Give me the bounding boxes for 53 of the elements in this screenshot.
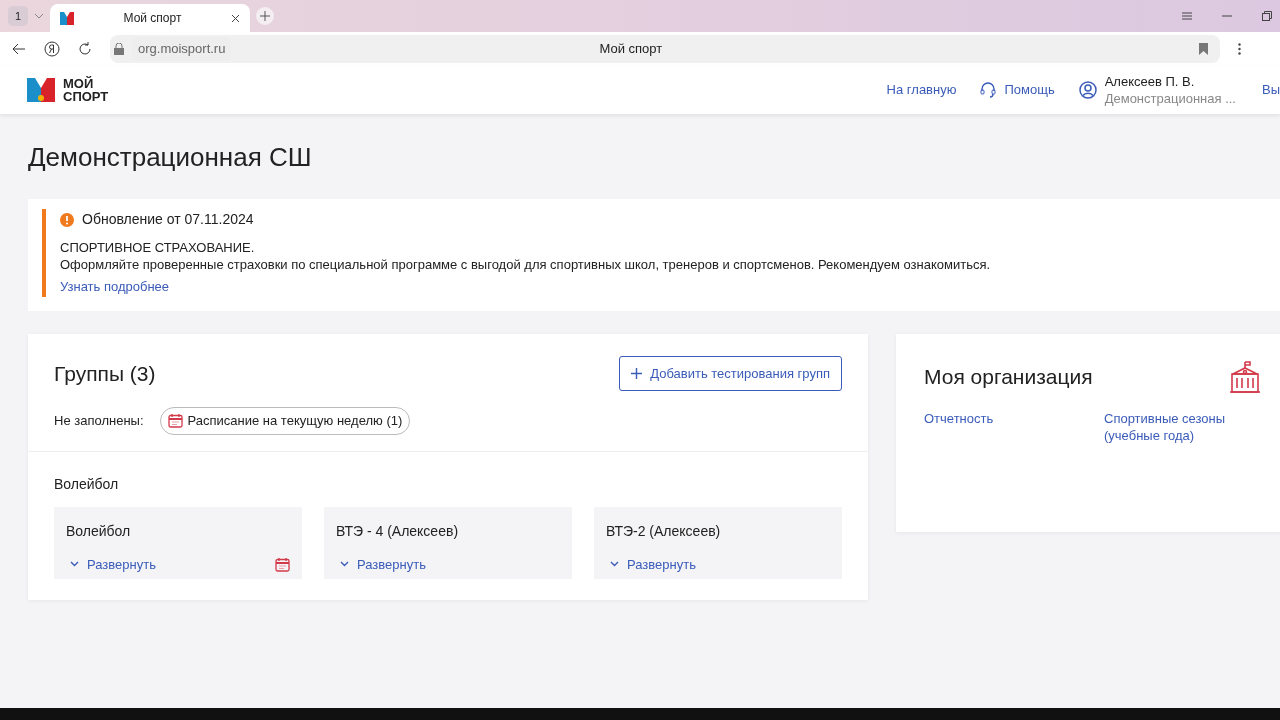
group-name: ВТЭ-2 (Алексеев) [606,521,722,541]
lock-icon [114,43,124,55]
back-icon[interactable] [12,43,26,55]
warning-icon [60,212,74,227]
sport-heading: Волейбол [54,474,120,494]
group-card[interactable]: ВТЭ-2 (Алексеев) Развернуть [594,506,842,579]
building-icon [1228,359,1262,394]
reload-icon[interactable] [78,42,92,56]
user-name[interactable]: Алексеев П. В. [1104,73,1236,90]
tab-count[interactable]: 1 [8,6,28,26]
organization-heading: Моя организация [924,363,1093,390]
group-card[interactable]: ВТЭ - 4 (Алексеев) Развернуть [324,506,572,579]
calendar-icon [275,556,290,572]
notice-text: Оформляйте проверенные страховки по специальной программе с выгодой для спортивных школ, тренеров и спортсменов. Рекомендуем ознакомиться. [60,256,992,273]
header-link[interactable]: На главную [886,80,957,100]
notice-title: Обновление от 07.11.2024 [82,210,254,229]
restore-icon[interactable] [1262,11,1272,21]
user-organization: Демонстрационная ... [1104,90,1236,107]
more-icon[interactable] [1238,43,1241,55]
notice-heading: СПОРТИВНОЕ СТРАХОВАНИЕ. [60,239,256,256]
user-icon[interactable] [1078,81,1097,99]
page-title: Мой спорт [599,40,663,59]
chevron-down-icon[interactable] [340,561,349,568]
expand-link[interactable]: Развернуть [87,554,156,574]
logo-text: СПОРТ [63,90,109,103]
close-icon[interactable] [231,13,240,23]
browser-logo-icon[interactable] [44,41,60,57]
expand-link[interactable]: Развернуть [627,554,696,574]
headset-icon [980,82,997,98]
logo-text: МОЙ [63,77,95,90]
calendar-icon [167,413,183,429]
logo-icon [27,78,55,102]
logout-link[interactable]: Вы [1262,80,1280,100]
plus-icon [631,367,643,379]
add-testing-button[interactable]: Добавить тестирования групп [619,355,842,391]
organization-link[interactable]: Спортивные сезоны (учебные года) [1104,409,1280,444]
groups-heading: Группы (3) [54,360,156,387]
unfilled-label: Не заполнены: [54,412,144,430]
expand-link[interactable]: Развернуть [357,554,426,574]
chevron-down-icon[interactable] [70,561,79,568]
header-link[interactable]: Помощь [1004,80,1055,100]
bookmark-icon[interactable] [1199,43,1208,55]
browser-tab[interactable]: Мой спорт [50,4,250,32]
chevron-down-icon[interactable] [610,561,619,568]
group-name: ВТЭ - 4 (Алексеев) [336,521,460,541]
group-card[interactable]: Волейбол Развернуть [54,506,302,579]
group-name: Волейбол [66,521,132,541]
more-link[interactable]: Узнать подробнее [60,277,170,297]
chevron-down-icon[interactable] [34,13,44,19]
organization-link[interactable]: Отчетность [924,409,1104,444]
page-heading: Демонстрационная СШ [28,141,313,174]
tab-title: Мой спорт [122,10,183,27]
logo-icon [60,11,74,25]
